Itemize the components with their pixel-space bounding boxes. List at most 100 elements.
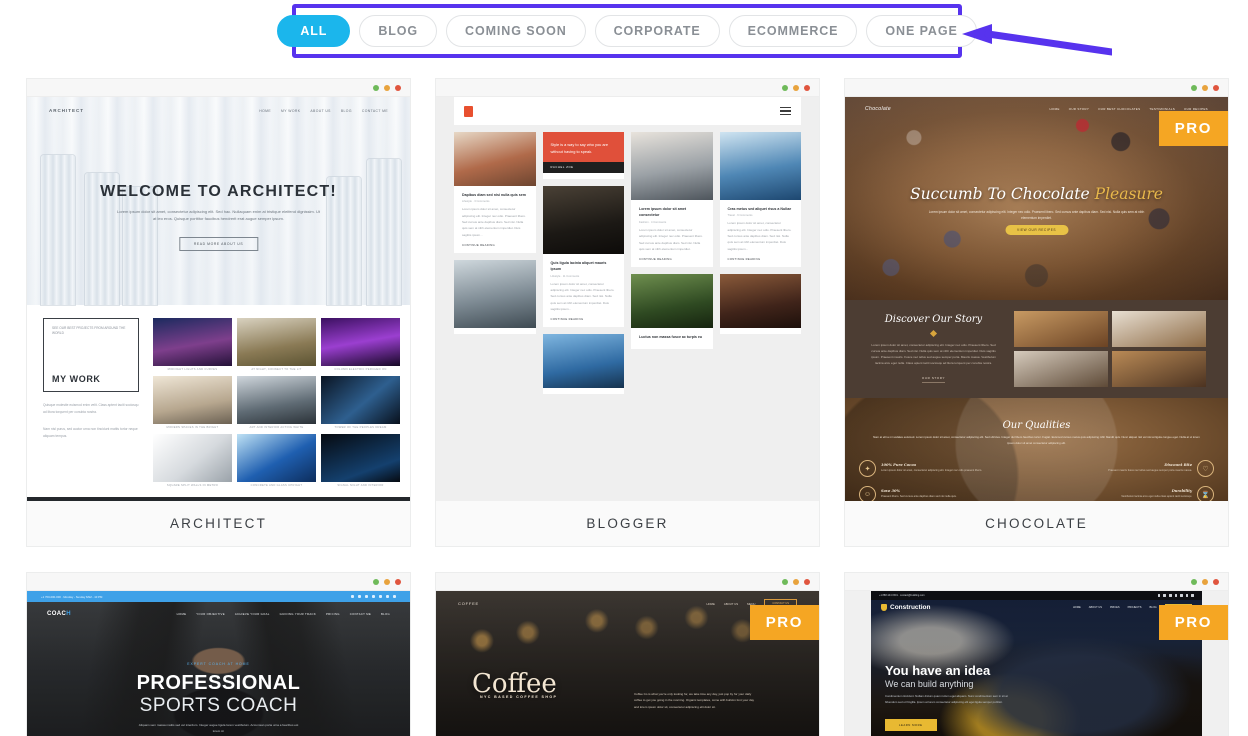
filter-pill-all[interactable]: ALL	[277, 15, 350, 47]
chocolate-qualities-section: Our Qualities Nam at elit a mi sodales e…	[845, 398, 1228, 501]
architect-gallery-caption: AT NIGHT, CONNECT TO THE LIT	[237, 366, 316, 371]
architect-work-section: SEE OUR BEST PROJECTS FROM AROUND THE WO…	[27, 305, 410, 497]
chocolate-quality-desc: Lorem ipsum dolor sit amet, consectetur …	[881, 469, 982, 474]
coach-hero-heading-2: SPORTS COACH	[27, 695, 410, 717]
template-card-construction[interactable]: PRO +1 888 444 1501 · contact@building.c…	[844, 572, 1229, 736]
construction-navbar: Construction HOME ABOUT US PRICES PROJEC…	[871, 604, 1202, 611]
coach-navbar: COACH HOME YOUR OBJECTIVE ACHIEVE YOUR G…	[27, 611, 410, 617]
coach-logo: COACH	[47, 611, 71, 617]
chocolate-story-link: OUR STORY	[922, 376, 945, 383]
chocolate-brand: Chocolate	[865, 106, 891, 112]
architect-gallery-item: COLUMN ELECTRIC PERCHED ON	[321, 318, 400, 371]
chocolate-quality-title: 100% Pure Cocoa	[881, 463, 982, 467]
blogger-page: Dapibus diam sed nisi nulla quis sem Lif…	[436, 97, 819, 501]
architect-hero-button: READ MORE ABOUT US	[179, 237, 258, 251]
construction-hero-heading-1: You have an idea	[885, 663, 990, 678]
chocolate-qualities-row-2: ☺ Save 30%Praesent libero. Sed cursus an…	[859, 486, 1214, 501]
browser-dot-yellow	[384, 85, 390, 91]
browser-dot-red	[1213, 579, 1219, 585]
blogger-post-excerpt: Lorem ipsum dolor sit amet, consectetur …	[631, 227, 713, 252]
templates-gallery-page: ALL BLOG COMING SOON CORPORATE ECOMMERCE…	[0, 0, 1248, 736]
construction-hero-para: Condimentum tincidunt. Nullam dictum qua…	[885, 694, 1020, 705]
cocoa-pod-icon: ✦	[859, 460, 876, 477]
chocolate-quality-item: ✦ 100% Pure Cocoa Lorem ipsum dolor sit a…	[859, 460, 1009, 477]
shield-icon	[881, 604, 887, 611]
construction-nav-blog: BLOG	[1149, 606, 1156, 609]
template-card-blogger[interactable]: Dapibus diam sed nisi nulla quis sem Lif…	[435, 78, 820, 547]
blogger-quote-box: Style is a way to say who you are withou…	[543, 132, 625, 162]
blogger-header	[454, 97, 801, 125]
chocolate-story-gallery	[1014, 311, 1206, 387]
browser-dot-red	[804, 579, 810, 585]
architect-brand: ARCHITECT	[49, 108, 84, 113]
pro-badge: PRO	[750, 605, 819, 640]
template-card-architect[interactable]: ARCHITECT HOME MY WORK ABOUT US BLOG CON…	[26, 78, 411, 547]
architect-gallery: MIDNIGHT LIGHTS AND CURVES AT NIGHT, CON…	[153, 318, 400, 497]
architect-work-left: SEE OUR BEST PROJECTS FROM AROUND THE WO…	[43, 318, 139, 497]
construction-nav-prices: PRICES	[1110, 606, 1120, 609]
chocolate-quality-title: Discount Bite	[1108, 463, 1192, 467]
coffee-hero-sub: NYC BASED COFFEE SHOP	[480, 695, 557, 699]
architect-gallery-item: CONCRETE AND GLASS UPRIGHT	[237, 434, 316, 487]
chocolate-nav-story: OUR STORY	[1069, 107, 1089, 111]
template-preview-architect: ARCHITECT HOME MY WORK ABOUT US BLOG CON…	[27, 97, 410, 501]
browser-dot-yellow	[1202, 579, 1208, 585]
filter-pill-ecommerce[interactable]: ECOMMERCE	[729, 15, 858, 47]
architect-hero-heading: WELCOME TO ARCHITECT!	[27, 183, 410, 201]
coach-nav-pricing: PRICING	[326, 612, 340, 616]
template-title-blogger: BLOGGER	[436, 501, 819, 546]
architect-hero-sub: Lorem ipsum dolor sit amet, consectetur …	[117, 209, 320, 223]
blogger-post-image	[454, 132, 536, 186]
chocolate-quality-item: ☺ Save 30%Praesent libero. Sed cursus an…	[859, 486, 1009, 501]
construction-brand: Construction	[881, 604, 930, 611]
template-card-coach[interactable]: +1 700-000-000 · Monday - Sunday 8AM - 1…	[26, 572, 411, 736]
filter-pill-coming-soon[interactable]: COMING SOON	[446, 15, 586, 47]
chocolate-quality-desc: Vestibulum lacinia arcu eget nulla class…	[1121, 495, 1192, 500]
filter-pill-blog[interactable]: BLOG	[359, 15, 437, 47]
blogger-post-image	[454, 260, 536, 328]
architect-nav-blog: BLOG	[341, 109, 352, 113]
chocolate-story-image	[1112, 351, 1206, 387]
architect-nav-mywork: MY WORK	[281, 109, 300, 113]
blogger-column: Style is a way to say who you are withou…	[543, 132, 625, 394]
blogger-post	[720, 274, 802, 334]
architect-gallery-caption: COLUMN ELECTRIC PERCHED ON	[321, 366, 400, 371]
heart-icon: ♡	[1197, 460, 1214, 477]
chocolate-quality-item: ⌛ DurabilityVestibulum lacinia arcu eget…	[1064, 486, 1214, 501]
browser-dot-yellow	[384, 579, 390, 585]
blogger-post-title: Cras metus sed aliquet risus a Nullae	[720, 200, 802, 214]
chocolate-story-image	[1014, 311, 1108, 347]
browser-dot-green	[373, 579, 379, 585]
chocolate-story-left: Discover Our Story Lorem ipsum dolor sit…	[867, 314, 1000, 384]
filter-pill-corporate[interactable]: CORPORATE	[595, 15, 720, 47]
blogger-post: Dapibus diam sed nisi nulla quis sem Lif…	[454, 132, 536, 253]
blogger-quote-text: Style is a way to say who you are withou…	[551, 141, 617, 156]
coach-nav-items: HOME YOUR OBJECTIVE ACHIEVE YOUR GOAL GU…	[177, 612, 390, 616]
construction-hero: +1 888 444 1501 · contact@building.com C…	[871, 591, 1202, 736]
architect-gallery-item: SQUARE SPLIT WALLS IN METRO	[153, 434, 232, 487]
blogger-post-image	[543, 186, 625, 254]
template-card-coffee[interactable]: PRO COFFEE HOME ABOUT US MENU CONTACT US…	[435, 572, 820, 736]
blogger-post: Lorem ipsum dolor sit amet consectetur F…	[631, 132, 713, 267]
chocolate-story-para: Lorem ipsum dolor sit amet, consectetur …	[867, 342, 1000, 366]
architect-gallery-item: SIGNAL NIGHT AND INTERIOR	[321, 434, 400, 487]
chocolate-quality-desc: Praesent libero. Sed cursus ante dapibus…	[881, 495, 957, 500]
coach-nav-home: HOME	[177, 612, 187, 616]
coffee-brand: COFFEE	[458, 601, 479, 606]
architect-gallery-item: AT NIGHT, CONNECT TO THE LIT	[237, 318, 316, 371]
blogger-post-image	[720, 132, 802, 200]
template-card-chocolate[interactable]: PRO Chocolate HOME OUR STORY OUR BEST CH…	[844, 78, 1229, 547]
template-preview-chocolate: Chocolate HOME OUR STORY OUR BEST CHOCOL…	[845, 97, 1228, 501]
construction-hero-heading-2: We can build anything	[885, 679, 973, 689]
blogger-quote-author: RACHEL ZOE	[543, 162, 625, 173]
browser-chrome-bar	[436, 573, 819, 591]
coach-hero: COACH HOME YOUR OBJECTIVE ACHIEVE YOUR G…	[27, 602, 410, 736]
coach-nav-blog: BLOG	[381, 612, 390, 616]
coach-hero-heading-1: PROFESSIONAL	[27, 672, 410, 695]
template-preview-blogger: Dapibus diam sed nisi nulla quis sem Lif…	[436, 97, 819, 501]
architect-gallery-item: TOWER OF THE PEOPLES DREAM	[321, 376, 400, 429]
architect-hero: ARCHITECT HOME MY WORK ABOUT US BLOG CON…	[27, 97, 410, 305]
filter-pill-one-page[interactable]: ONE PAGE	[866, 15, 976, 47]
template-title-chocolate: CHOCOLATE	[845, 501, 1228, 546]
architect-gallery-item: ART AND INTERIOR ACTING WHITE	[237, 376, 316, 429]
